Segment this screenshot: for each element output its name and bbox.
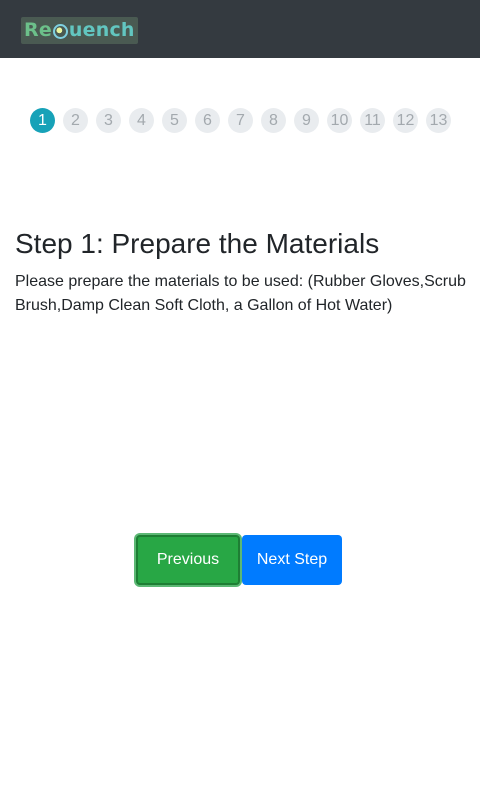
logo-part: uench xyxy=(68,19,135,41)
step-description: Please prepare the materials to be used:… xyxy=(15,273,466,314)
step-7[interactable]: 7 xyxy=(228,108,253,133)
step-13[interactable]: 13 xyxy=(426,108,451,133)
step-3[interactable]: 3 xyxy=(96,108,121,133)
step-title: Step 1: Prepare the Materials xyxy=(15,228,380,259)
step-11[interactable]: 11 xyxy=(360,108,385,133)
step-5[interactable]: 5 xyxy=(162,108,187,133)
next-step-button[interactable]: Next Step xyxy=(242,535,342,585)
step-10[interactable]: 10 xyxy=(327,108,352,133)
step-indicator: 1 2 3 4 5 6 7 8 9 10 11 12 13 xyxy=(30,108,451,133)
step-8[interactable]: 8 xyxy=(261,108,286,133)
step-2[interactable]: 2 xyxy=(63,108,88,133)
water-drop-icon xyxy=(52,24,68,39)
previous-button[interactable]: Previous xyxy=(136,535,240,585)
step-1[interactable]: 1 xyxy=(30,108,55,133)
step-4[interactable]: 4 xyxy=(129,108,154,133)
step-9[interactable]: 9 xyxy=(294,108,319,133)
step-6[interactable]: 6 xyxy=(195,108,220,133)
navbar: Re uench xyxy=(0,0,480,58)
logo-part: Re xyxy=(24,19,52,41)
requench-logo[interactable]: Re uench xyxy=(21,17,138,44)
step-12[interactable]: 12 xyxy=(393,108,418,133)
